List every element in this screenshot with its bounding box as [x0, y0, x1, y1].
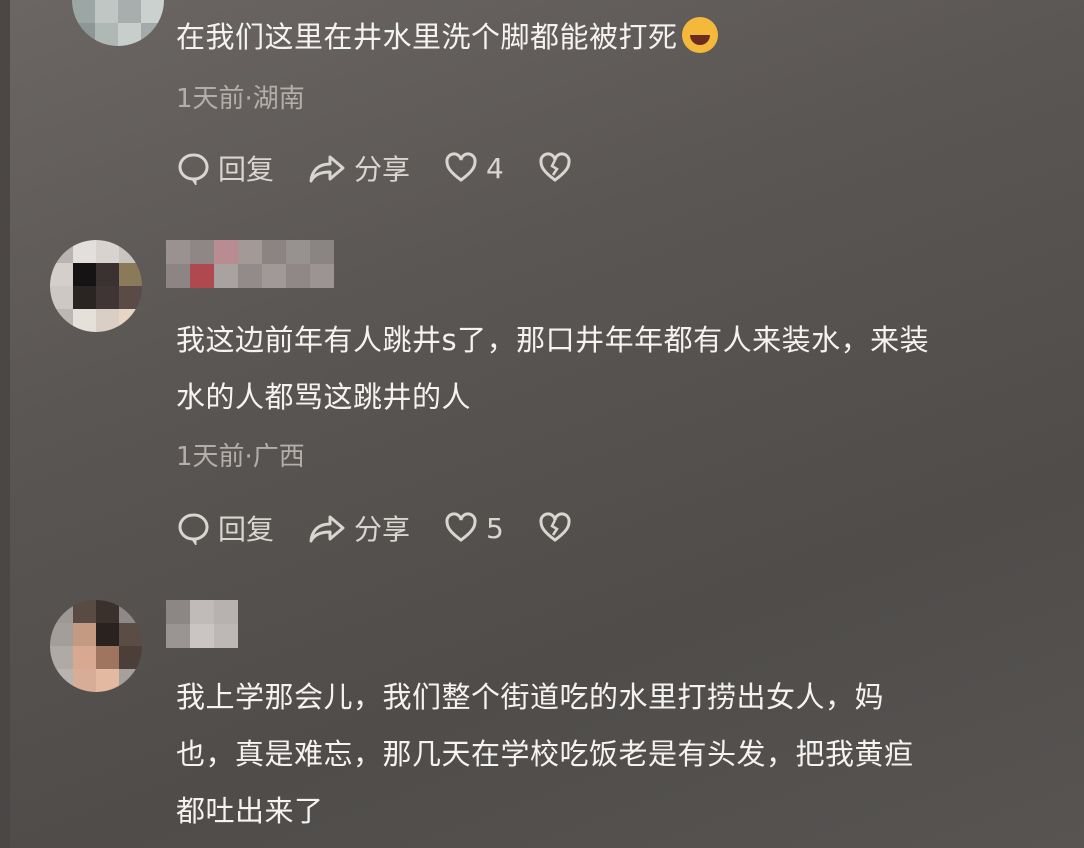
comment-bubble-icon	[178, 153, 209, 185]
broken-heart-icon	[539, 152, 571, 182]
avatar[interactable]	[72, 0, 164, 46]
share-arrow-icon	[309, 155, 345, 183]
heart-icon	[445, 152, 477, 182]
comment-actions: 回复 分享 4	[176, 148, 614, 188]
share-arrow-icon	[309, 515, 345, 543]
username-blurred	[166, 264, 334, 288]
dislike-button[interactable]	[538, 512, 580, 544]
left-edge-strip	[0, 0, 10, 848]
username-blurred	[166, 600, 238, 624]
dislike-button[interactable]	[538, 152, 580, 184]
avatar[interactable]	[50, 240, 142, 332]
broken-heart-icon	[539, 512, 571, 542]
comment-meta: 1天前·湖南	[176, 84, 305, 114]
comment-text: 我上学那会儿，我们整个街道吃的水里打捞出女人，妈 也，真是难忘，那几天在学校吃饭…	[176, 680, 914, 828]
reply-button[interactable]: 回复	[176, 148, 274, 188]
comment-text: 我这边前年有人跳井s了，那口井年年都有人来装水，来装 水的人都骂这跳井的人	[176, 323, 930, 414]
like-button[interactable]: 5	[444, 512, 504, 545]
avatar[interactable]	[50, 600, 142, 692]
comment-text: 在我们这里在井水里洗个脚都能被打死	[176, 9, 718, 66]
comment-bubble-icon	[178, 513, 209, 545]
comment-meta: 1天前·广西	[176, 442, 305, 472]
laughing-emoji-icon	[681, 17, 718, 53]
heart-icon	[445, 512, 477, 542]
share-button[interactable]: 分享	[308, 508, 410, 548]
reply-button[interactable]: 回复	[176, 508, 274, 548]
username-blurred	[166, 624, 238, 648]
share-button[interactable]: 分享	[308, 148, 410, 188]
like-button[interactable]: 4	[444, 152, 504, 185]
username-blurred	[166, 240, 334, 264]
comment-actions: 回复 分享 5	[176, 508, 614, 548]
